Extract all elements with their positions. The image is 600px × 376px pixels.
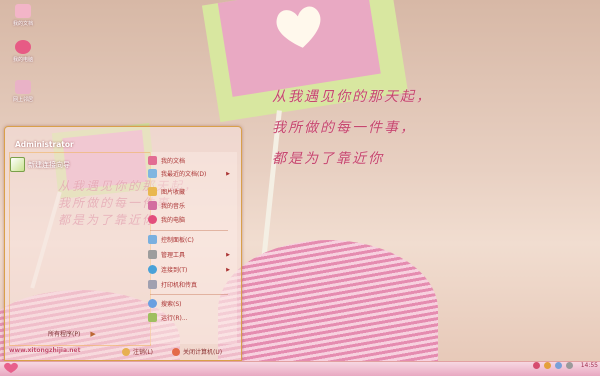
poem-line: 我所做的每一件事， [272, 120, 416, 136]
pinned-item-label: 新建连接向导 [28, 160, 70, 169]
recent-docs-icon [148, 169, 157, 178]
shutdown-label: 关闭计算机(U) [183, 349, 223, 356]
music-icon [148, 201, 157, 210]
start-button[interactable] [2, 362, 20, 374]
pinned-item-new-connection[interactable]: 新建连接向导 [10, 157, 70, 172]
menu-item-label: 图片收藏 [161, 189, 186, 196]
menu-item-search[interactable]: 搜索(S) [148, 299, 230, 308]
poem-line: 都是为了靠近你 [272, 151, 384, 167]
desktop-icon-network[interactable]: 网上邻居 [4, 80, 42, 103]
menu-item-label: 我的文档 [161, 158, 186, 165]
menu-separator [150, 230, 228, 231]
menu-item-run[interactable]: 运行(R)... [148, 313, 230, 322]
desktop-icon-label: 我的文档 [12, 21, 33, 27]
all-programs-label: 所有程序(P) [48, 331, 81, 338]
poem-line: 从我遇见你的那天起， [272, 89, 432, 105]
run-icon [148, 313, 157, 322]
taskbar [0, 361, 600, 376]
desktop-icon-my-computer[interactable]: 我的电脑 [4, 40, 42, 63]
submenu-arrow-icon: ▶ [226, 170, 230, 177]
tray-icon[interactable] [554, 362, 562, 369]
control-panel-icon [148, 235, 157, 244]
computer-icon [148, 215, 157, 224]
menu-item-my-documents[interactable]: 我的文档 [148, 156, 230, 165]
system-tray: 14:55 [532, 362, 598, 369]
power-icon [172, 347, 180, 356]
menu-separator [150, 294, 228, 295]
desktop-icon-my-documents[interactable]: 我的文档 [4, 4, 42, 27]
menu-item-label: 控制面板(C) [161, 237, 194, 244]
menu-item-my-computer[interactable]: 我的电脑 [148, 215, 230, 224]
logoff-label: 注销(L) [133, 349, 154, 356]
menu-item-label: 管理工具 [161, 252, 186, 259]
folder-icon [15, 4, 31, 18]
menu-item-admin-tools[interactable]: 管理工具 ▶ [148, 250, 230, 259]
all-programs-button[interactable]: 所有程序(P) ▶ [48, 329, 96, 339]
wallpaper-poem: 从我遇见你的那天起， 我所做的每一件事， 都是为了靠近你 [272, 82, 432, 175]
menu-item-label: 我最近的文档(D) [161, 171, 207, 178]
menu-item-label: 搜索(S) [161, 301, 182, 308]
shutdown-button[interactable]: 关闭计算机(U) [172, 347, 222, 356]
menu-item-connect-to[interactable]: 连接到(T) ▶ [148, 265, 230, 274]
menu-item-control-panel[interactable]: 控制面板(C) [148, 235, 230, 244]
menu-item-printers[interactable]: 打印机和传真 [148, 280, 230, 289]
connect-icon [148, 265, 157, 274]
menu-item-music[interactable]: 我的音乐 [148, 201, 230, 210]
tray-icon[interactable] [543, 362, 551, 369]
admin-tools-icon [148, 250, 157, 259]
arrow-right-icon: ▶ [90, 329, 96, 338]
wallpaper-basket-right [218, 240, 438, 375]
start-menu-left-pane [9, 152, 151, 346]
menu-item-label: 运行(R)... [161, 315, 188, 322]
volume-icon[interactable] [565, 362, 573, 369]
submenu-arrow-icon: ▶ [226, 251, 230, 258]
submenu-arrow-icon: ▶ [226, 266, 230, 273]
printer-icon [148, 280, 157, 289]
taskbar-clock[interactable]: 14:55 [581, 362, 598, 369]
start-menu-username: Administrator [15, 140, 74, 149]
connection-wizard-icon [10, 157, 25, 172]
menu-item-recent-docs[interactable]: 我最近的文档(D) ▶ [148, 169, 230, 178]
logoff-button[interactable]: 注销(L) [122, 347, 153, 356]
pictures-icon [148, 187, 157, 196]
logoff-icon [122, 347, 130, 356]
menu-item-label: 连接到(T) [161, 267, 188, 274]
desktop-icon-label: 我的电脑 [12, 57, 33, 63]
tray-icon[interactable] [532, 362, 540, 369]
desktop-icon-label: 网上邻居 [12, 97, 33, 103]
menu-item-label: 打印机和传真 [161, 282, 198, 289]
menu-item-label: 我的电脑 [161, 217, 186, 224]
computer-icon [15, 40, 31, 54]
heart-icon [276, 6, 321, 48]
network-icon [15, 80, 31, 94]
menu-item-pictures[interactable]: 图片收藏 [148, 187, 230, 196]
documents-icon [148, 156, 157, 165]
search-icon [148, 299, 157, 308]
website-label: www.xitongzhijia.net [9, 347, 81, 354]
menu-item-label: 我的音乐 [161, 203, 186, 210]
